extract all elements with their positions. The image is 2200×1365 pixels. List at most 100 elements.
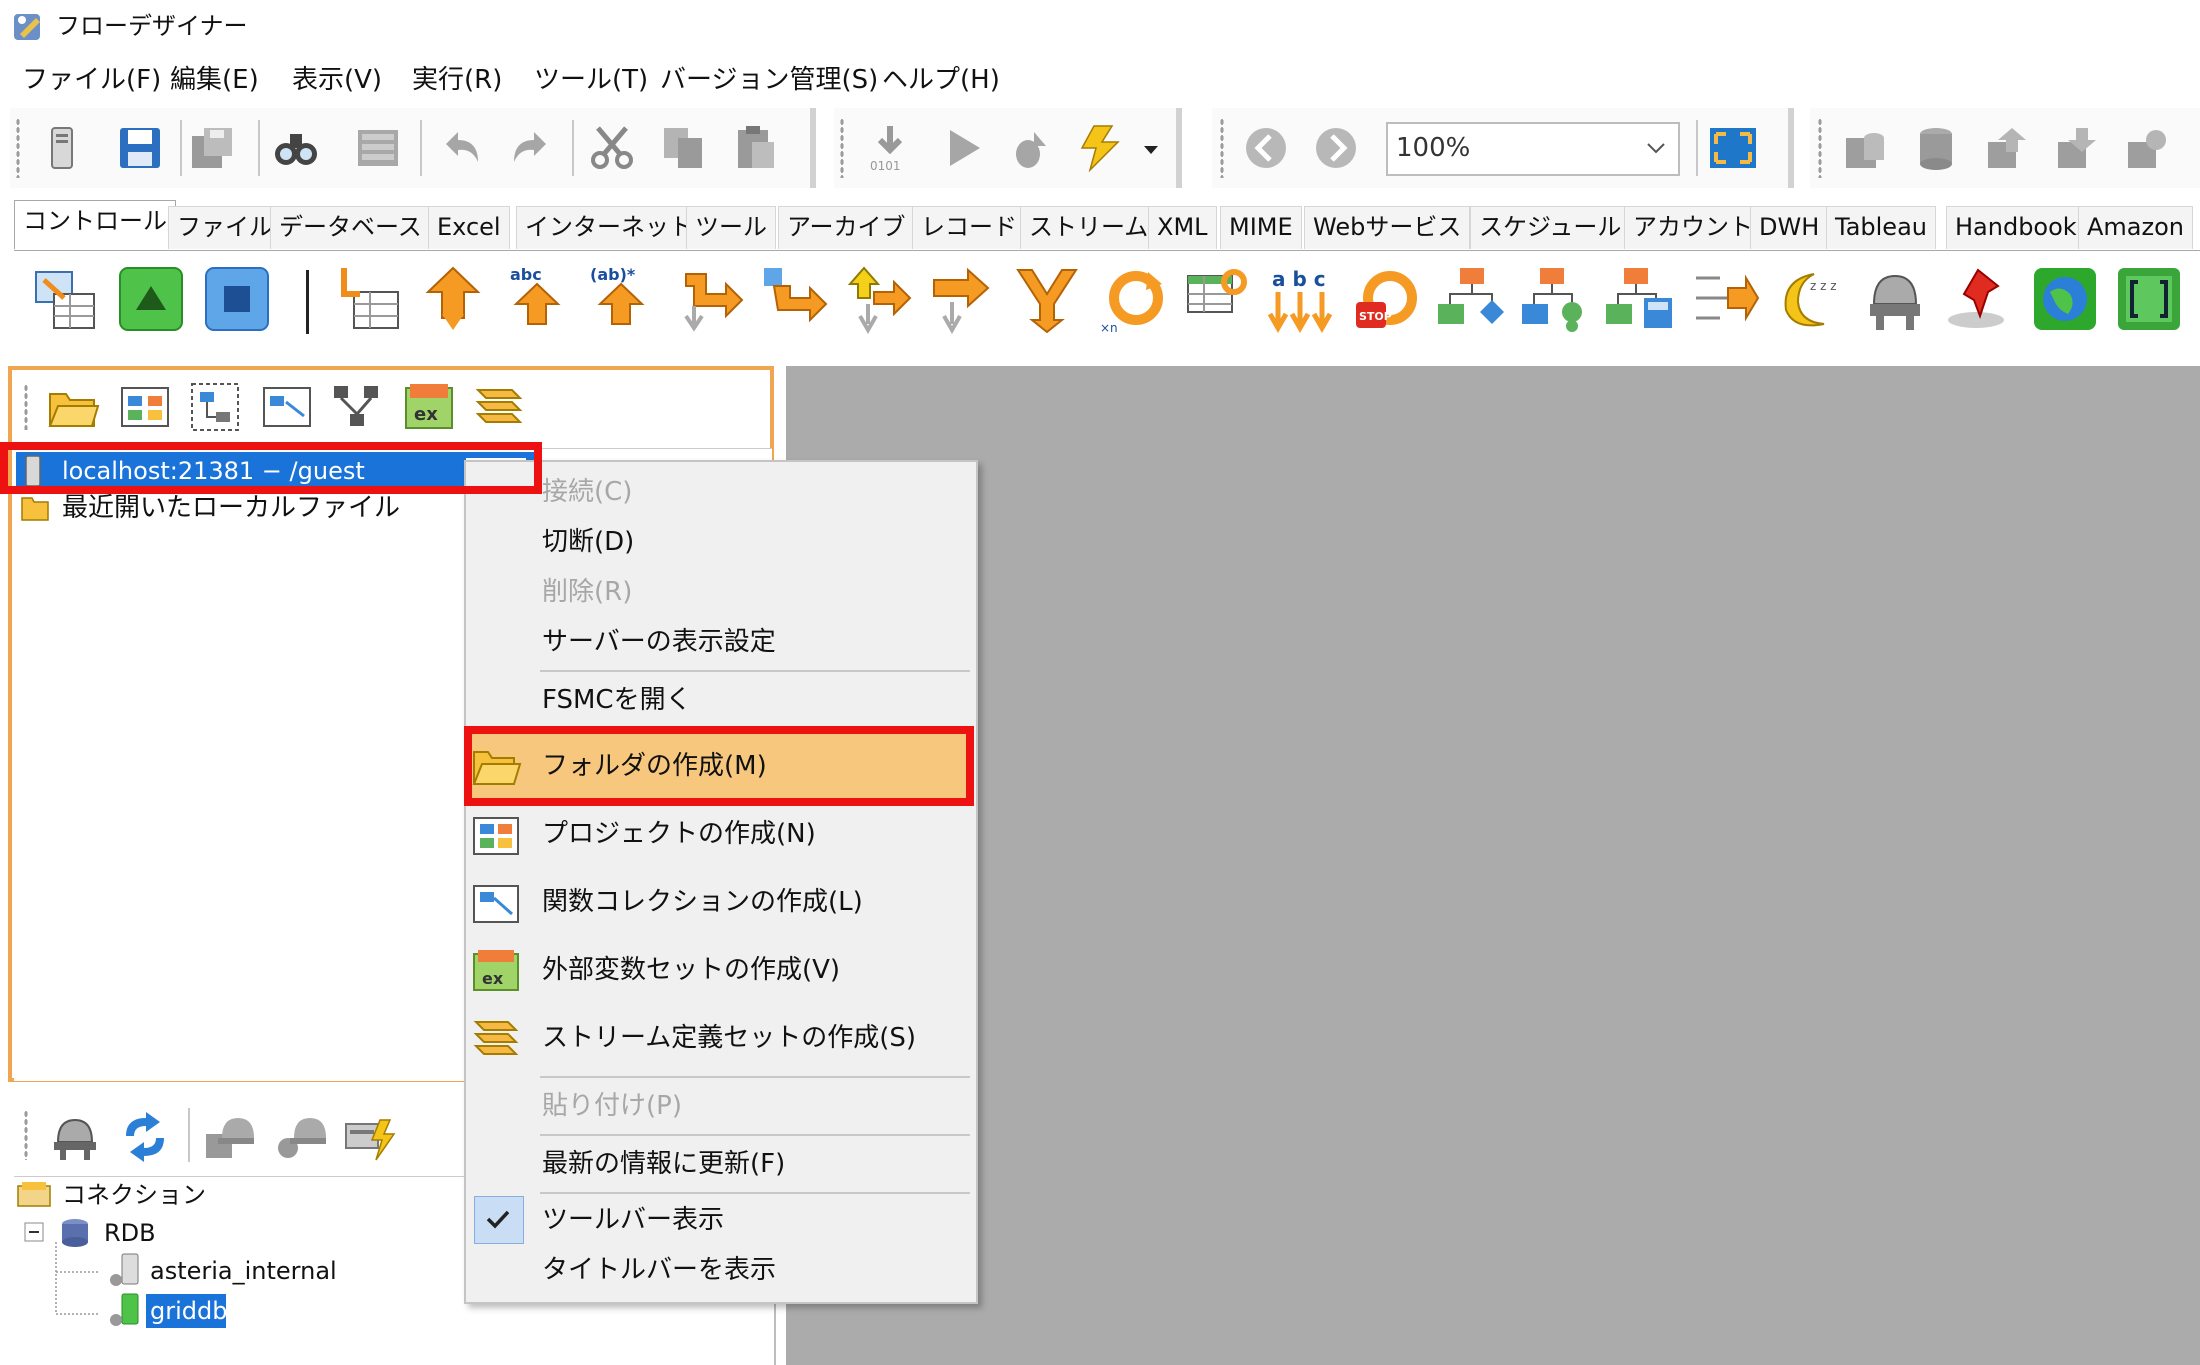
flow-call-icon[interactable] xyxy=(1436,264,1506,334)
menu-item-show-toolbar[interactable]: ツールバー表示 xyxy=(542,1200,724,1240)
menu-edit[interactable]: 編集(E) xyxy=(170,62,259,98)
adapter-icon[interactable] xyxy=(1860,264,1930,334)
repeat-icon[interactable]: ×n xyxy=(1098,264,1168,334)
toolbar-grip[interactable] xyxy=(16,118,20,178)
menu-item-refresh[interactable]: 最新の情報に更新(F) xyxy=(542,1144,785,1184)
tab-handbook[interactable]: Handbook xyxy=(1946,206,2086,249)
mapper-icon[interactable] xyxy=(334,264,404,334)
menu-help[interactable]: ヘルプ(H) xyxy=(882,62,1000,98)
loop-route-icon[interactable] xyxy=(760,264,830,334)
run-play-icon[interactable] xyxy=(938,124,986,172)
paste-icon[interactable] xyxy=(730,124,778,172)
call-flow-icon[interactable] xyxy=(844,264,914,334)
menu-item-create-folder[interactable]: フォルダの作成(M) xyxy=(542,746,767,786)
fit-window-icon[interactable] xyxy=(1708,124,1758,172)
subflow-icon[interactable] xyxy=(1520,264,1590,334)
stop-icon[interactable]: STOP xyxy=(1350,264,1420,334)
tab-database[interactable]: データベース xyxy=(270,206,431,249)
menu-item-server-display[interactable]: サーバーの表示設定 xyxy=(542,622,776,662)
panel-toolbar-grip[interactable] xyxy=(24,1110,28,1160)
find-binoculars-icon[interactable] xyxy=(272,124,320,172)
collapse-icon[interactable] xyxy=(24,1222,44,1242)
connection-pass-icon[interactable] xyxy=(1690,264,1760,334)
tab-webservice[interactable]: Webサービス xyxy=(1304,206,1471,249)
tab-tableau[interactable]: Tableau xyxy=(1826,206,1936,249)
string-loop-icon[interactable]: a b c xyxy=(1266,264,1336,334)
copy-connection-icon[interactable] xyxy=(274,1110,328,1164)
undo-icon[interactable] xyxy=(438,124,486,172)
tab-dwh[interactable]: DWH xyxy=(1750,206,1829,249)
flow-icon[interactable] xyxy=(188,380,242,434)
toolbar-grip[interactable] xyxy=(1220,118,1224,178)
panel-toolbar-grip[interactable] xyxy=(24,384,28,430)
copy-icon[interactable] xyxy=(660,124,708,172)
zoom-select[interactable]: 100% xyxy=(1386,122,1680,176)
merge-icon[interactable] xyxy=(1012,264,1082,334)
menu-version-control[interactable]: バージョン管理(S) xyxy=(660,62,878,98)
save-icon[interactable] xyxy=(116,124,164,172)
open-folder-icon[interactable] xyxy=(46,380,100,434)
tab-tool[interactable]: ツール xyxy=(686,206,776,249)
recent-local-files-label[interactable]: 最近開いたローカルファイル xyxy=(62,488,400,528)
execute-lightning-icon[interactable] xyxy=(1076,124,1124,172)
parallel-icon[interactable] xyxy=(928,264,998,334)
menu-run[interactable]: 実行(R) xyxy=(412,62,502,98)
back-icon[interactable] xyxy=(1242,124,1290,172)
regex-loop-icon[interactable]: (ab)* xyxy=(586,264,656,334)
new-connection-icon[interactable] xyxy=(202,1110,256,1164)
tab-account[interactable]: アカウント xyxy=(1624,206,1762,249)
branch-icon[interactable] xyxy=(418,264,488,334)
tab-file[interactable]: ファイル xyxy=(168,206,282,249)
tab-xml[interactable]: XML xyxy=(1148,206,1217,249)
forward-icon[interactable] xyxy=(1312,124,1360,172)
menu-item-disconnect[interactable]: 切断(D) xyxy=(542,522,634,562)
editor-canvas[interactable] xyxy=(786,366,2200,1365)
menu-item-open-fsmc[interactable]: FSMCを開く xyxy=(542,680,692,720)
debug-bug-icon[interactable] xyxy=(1004,124,1052,172)
connection-item[interactable]: asteria_internal xyxy=(150,1254,337,1288)
menu-item-show-titlebar[interactable]: タイトルバーを表示 xyxy=(542,1250,776,1290)
run-dropdown-icon[interactable] xyxy=(1136,124,1166,172)
toggle-grid-icon[interactable] xyxy=(354,124,402,172)
menu-file[interactable]: ファイル(F) xyxy=(22,62,161,98)
tab-control[interactable]: コントロール xyxy=(14,200,176,249)
external-variables-icon[interactable]: ex xyxy=(402,380,456,434)
menu-item-create-function-collection[interactable]: 関数コレクションの作成(L) xyxy=(542,882,863,922)
deploy-icon[interactable] xyxy=(1840,124,1888,172)
database-icon[interactable] xyxy=(1912,124,1960,172)
regex-branch-icon[interactable]: abc xyxy=(502,264,572,334)
bracket-component-icon[interactable] xyxy=(2114,264,2184,334)
menu-item-connect[interactable]: 接続(C) xyxy=(542,472,632,512)
stream-definition-icon[interactable] xyxy=(472,380,526,434)
test-connection-icon[interactable] xyxy=(342,1110,396,1164)
tab-record[interactable]: レコード xyxy=(912,206,1026,249)
table-loop-icon[interactable] xyxy=(1182,264,1252,334)
refresh-icon[interactable] xyxy=(118,1110,172,1164)
menu-item-create-project[interactable]: プロジェクトの作成(N) xyxy=(542,814,816,854)
start-component-icon[interactable] xyxy=(116,264,186,334)
upload-icon[interactable] xyxy=(1982,124,2030,172)
menu-view[interactable]: 表示(V) xyxy=(292,62,382,98)
save-all-icon[interactable] xyxy=(188,124,236,172)
menu-item-paste[interactable]: 貼り付け(P) xyxy=(542,1086,682,1126)
menu-item-create-stream-def[interactable]: ストリーム定義セットの作成(S) xyxy=(542,1018,916,1058)
toolbar-grip[interactable] xyxy=(1818,118,1822,178)
tab-amazon[interactable]: Amazon xyxy=(2078,206,2193,249)
tab-schedule[interactable]: スケジュール xyxy=(1470,206,1631,249)
tab-mime[interactable]: MIME xyxy=(1220,206,1302,249)
connection-root-label[interactable]: コネクション xyxy=(62,1178,206,1212)
menu-item-create-external-vars[interactable]: 外部変数セットの作成(V) xyxy=(542,950,840,990)
async-flow-icon[interactable] xyxy=(1604,264,1674,334)
menu-tools[interactable]: ツール(T) xyxy=(534,62,648,98)
log-pin-icon[interactable] xyxy=(1944,264,2014,334)
compile-icon[interactable]: 0101 xyxy=(866,124,914,172)
tree-structure-icon[interactable] xyxy=(330,380,384,434)
global-globe-icon[interactable] xyxy=(2030,264,2100,334)
end-component-icon[interactable] xyxy=(202,264,272,334)
download-icon[interactable] xyxy=(2052,124,2100,172)
tab-excel[interactable]: Excel xyxy=(428,206,510,249)
redo-icon[interactable] xyxy=(506,124,554,172)
function-collection-icon[interactable] xyxy=(260,380,314,434)
toolbar-grip[interactable] xyxy=(840,118,844,178)
start-table-icon[interactable] xyxy=(30,264,100,334)
